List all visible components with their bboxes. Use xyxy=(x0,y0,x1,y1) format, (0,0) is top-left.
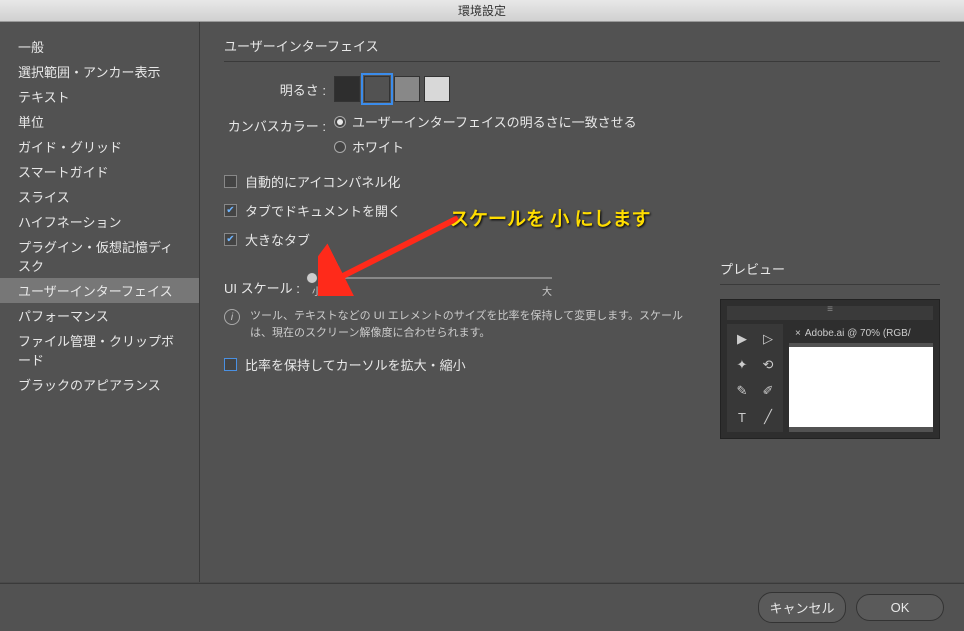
sidebar-item-slices[interactable]: スライス xyxy=(0,184,199,209)
preview-doc-tab: × Adobe.ai @ 70% (RGB/ xyxy=(789,324,933,343)
ok-button[interactable]: OK xyxy=(856,594,944,621)
ui-scale-info-text: ツール、テキストなどの UI エレメントのサイズを比率を保持して変更します。スケ… xyxy=(250,308,690,341)
ui-scale-row: UI スケール : 小 大 xyxy=(224,277,690,298)
radio-icon xyxy=(334,116,346,128)
ui-scale-label: UI スケール : xyxy=(224,278,312,297)
close-icon: × xyxy=(795,328,801,339)
brightness-swatches xyxy=(334,76,940,102)
brightness-swatch-dark[interactable] xyxy=(364,76,390,102)
direct-selection-tool-icon: ▷ xyxy=(757,328,779,350)
canvas-color-white[interactable]: ホワイト xyxy=(334,137,940,156)
window-titlebar: 環境設定 xyxy=(0,0,964,22)
open-in-tabs-label: タブでドキュメントを開く xyxy=(245,201,401,220)
pen-tool-icon: ✎ xyxy=(731,380,753,402)
sidebar-item-selection[interactable]: 選択範囲・アンカー表示 xyxy=(0,59,199,84)
info-icon: i xyxy=(224,309,240,325)
brightness-swatch-light[interactable] xyxy=(394,76,420,102)
sidebar-item-text[interactable]: テキスト xyxy=(0,84,199,109)
section-title: ユーザーインターフェイス xyxy=(224,36,940,55)
cancel-button[interactable]: キャンセル xyxy=(758,592,846,623)
content-panel: ユーザーインターフェイス 明るさ : カンバスカラー : ユーザーインターフェイ… xyxy=(200,22,964,582)
preview-tools: ▶ ▷ ✦ ⟲ ✎ ✐ T ╱ xyxy=(727,324,783,432)
large-tabs-label: 大きなタブ xyxy=(245,230,310,249)
preview-titlebar xyxy=(727,306,933,320)
checkbox-icon xyxy=(224,358,237,371)
divider xyxy=(720,284,940,285)
preview-title: プレビュー xyxy=(720,259,940,278)
canvas-color-white-label: ホワイト xyxy=(352,137,404,156)
sidebar-item-plugins[interactable]: プラグイン・仮想記憶ディスク xyxy=(0,234,199,278)
sidebar-item-hyphenation[interactable]: ハイフネーション xyxy=(0,209,199,234)
type-tool-icon: T xyxy=(731,406,753,428)
preview-section: プレビュー ▶ ▷ ✦ ⟲ ✎ ✐ T ╱ xyxy=(720,259,940,439)
auto-icon-panel-label: 自動的にアイコンパネル化 xyxy=(245,172,400,191)
preview-doc: × Adobe.ai @ 70% (RGB/ xyxy=(789,324,933,432)
sidebar-item-units[interactable]: 単位 xyxy=(0,109,199,134)
auto-icon-panel-checkbox[interactable]: 自動的にアイコンパネル化 xyxy=(224,172,940,191)
large-tabs-checkbox[interactable]: 大きなタブ xyxy=(224,230,940,249)
checkbox-icon xyxy=(224,175,237,188)
slider-track xyxy=(312,277,552,279)
dialog-footer: キャンセル OK xyxy=(0,583,964,631)
sidebar-item-black[interactable]: ブラックのアピアランス xyxy=(0,372,199,397)
sidebar-item-guides[interactable]: ガイド・グリッド xyxy=(0,134,199,159)
divider xyxy=(224,61,940,62)
wand-tool-icon: ✦ xyxy=(731,354,753,376)
sidebar-item-file[interactable]: ファイル管理・クリップボード xyxy=(0,328,199,372)
slider-thumb[interactable] xyxy=(306,272,318,284)
canvas-color-match-label: ユーザーインターフェイスの明るさに一致させる xyxy=(352,112,637,131)
preview-doc-tab-label: Adobe.ai @ 70% (RGB/ xyxy=(805,328,911,339)
preferences-sidebar: 一般 選択範囲・アンカー表示 テキスト 単位 ガイド・グリッド スマートガイド … xyxy=(0,22,200,582)
lasso-tool-icon: ⟲ xyxy=(757,354,779,376)
preview-canvas xyxy=(789,347,933,427)
sidebar-item-general[interactable]: 一般 xyxy=(0,34,199,59)
brightness-swatch-darkest[interactable] xyxy=(334,76,360,102)
cursor-scale-checkbox[interactable]: 比率を保持してカーソルを拡大・縮小 xyxy=(224,355,690,374)
slider-max-label: 大 xyxy=(542,283,552,298)
open-in-tabs-checkbox[interactable]: タブでドキュメントを開く xyxy=(224,201,940,220)
line-tool-icon: ╱ xyxy=(757,406,779,428)
canvas-color-label: カンバスカラー : xyxy=(224,112,334,135)
sidebar-item-performance[interactable]: パフォーマンス xyxy=(0,303,199,328)
main-area: 一般 選択範囲・アンカー表示 テキスト 単位 ガイド・グリッド スマートガイド … xyxy=(0,22,964,582)
curvature-tool-icon: ✐ xyxy=(757,380,779,402)
checkbox-icon xyxy=(224,204,237,217)
ui-scale-slider[interactable]: 小 大 xyxy=(312,277,552,298)
brightness-swatch-lightest[interactable] xyxy=(424,76,450,102)
sidebar-item-smartguides[interactable]: スマートガイド xyxy=(0,159,199,184)
checkbox-icon xyxy=(224,233,237,246)
slider-min-label: 小 xyxy=(312,283,322,298)
canvas-color-row: カンバスカラー : ユーザーインターフェイスの明るさに一致させる ホワイト xyxy=(224,112,940,162)
cursor-scale-label: 比率を保持してカーソルを拡大・縮小 xyxy=(245,355,466,374)
preview-box: ▶ ▷ ✦ ⟲ ✎ ✐ T ╱ × Adobe.ai @ xyxy=(720,299,940,439)
brightness-row: 明るさ : xyxy=(224,76,940,102)
radio-icon xyxy=(334,141,346,153)
sidebar-item-ui[interactable]: ユーザーインターフェイス xyxy=(0,278,199,303)
brightness-label: 明るさ : xyxy=(224,76,334,99)
ui-scale-info: i ツール、テキストなどの UI エレメントのサイズを比率を保持して変更します。… xyxy=(224,308,690,341)
selection-tool-icon: ▶ xyxy=(731,328,753,350)
canvas-color-match[interactable]: ユーザーインターフェイスの明るさに一致させる xyxy=(334,112,940,131)
